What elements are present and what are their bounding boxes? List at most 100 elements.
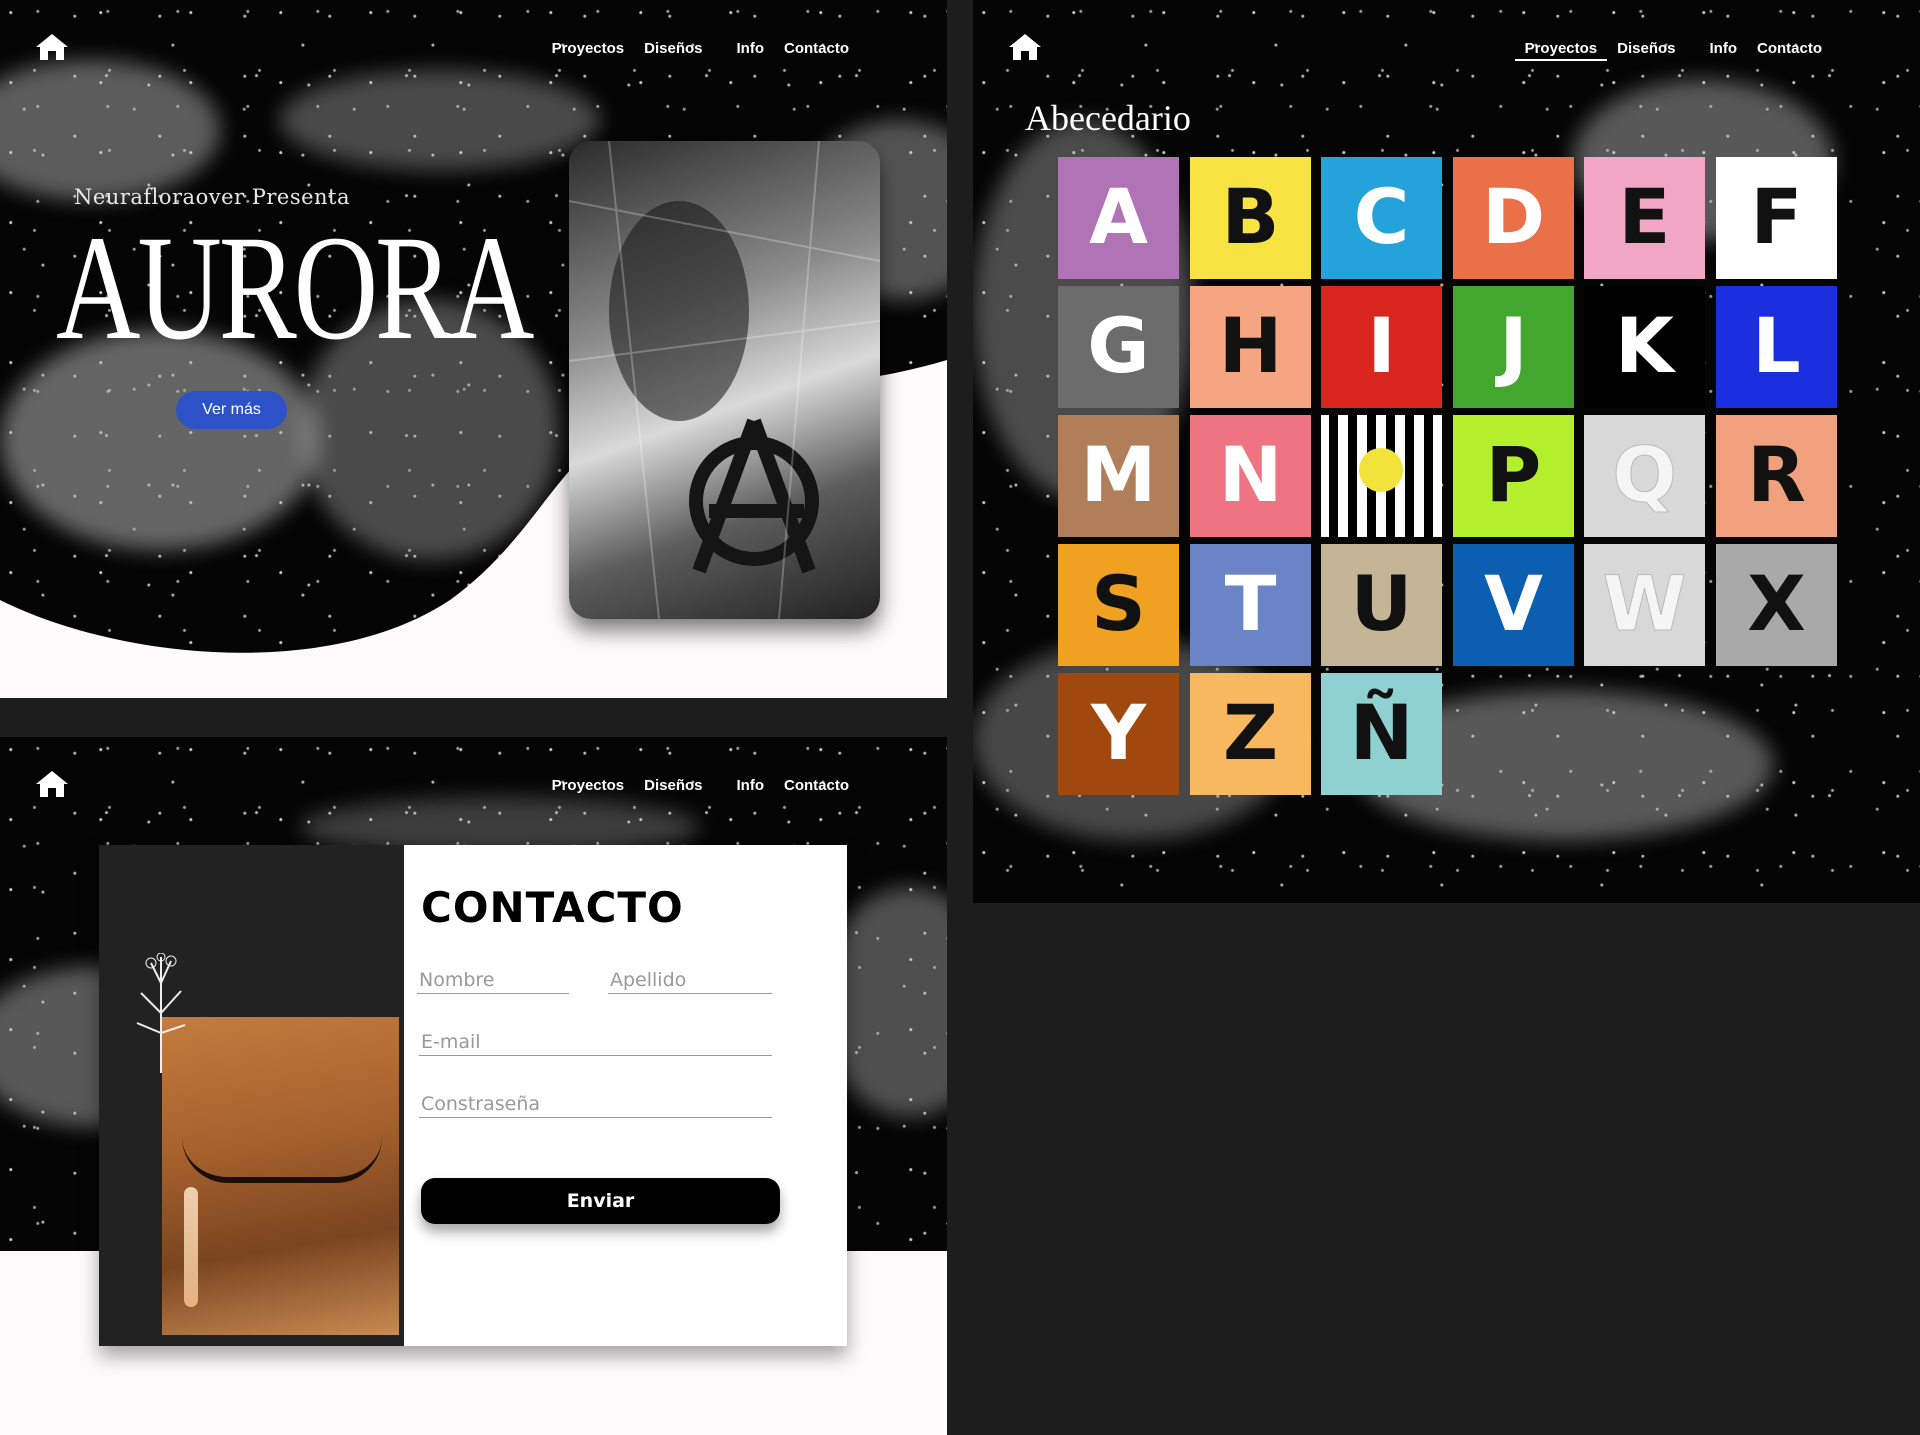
hero-title: AURORA (56, 205, 534, 371)
nav-disenos[interactable]: Diseños (634, 40, 712, 57)
ver-mas-button[interactable]: Ver más (176, 391, 287, 429)
letter-tile[interactable]: Z (1189, 673, 1311, 795)
letter-glyph-icon: T (1224, 559, 1276, 648)
nav-proyectos[interactable]: Proyectos (542, 40, 635, 57)
svg-text:B: B (1221, 172, 1279, 261)
svg-text:J: J (1494, 301, 1527, 390)
svg-text:S: S (1091, 559, 1146, 648)
letter-tile[interactable]: N (1189, 415, 1311, 537)
apellido-field[interactable] (608, 969, 772, 994)
svg-text:A: A (1089, 172, 1148, 261)
letter-glyph-icon: G (1087, 301, 1149, 390)
letter-tile[interactable]: U (1321, 544, 1442, 666)
nav-disenos[interactable]: Diseños (634, 777, 712, 794)
anarchy-symbol-icon (569, 141, 880, 619)
top-nav: Proyectos Diseños Info Contacto (0, 0, 947, 80)
crying-eye-image (162, 1017, 399, 1335)
letter-glyph-icon: N (1218, 430, 1282, 519)
nav-contacto[interactable]: Contacto (774, 40, 859, 57)
letter-tile[interactable]: H (1189, 286, 1311, 408)
nav-links: Proyectos Diseños Info Contacto (542, 777, 859, 794)
svg-text:T: T (1224, 559, 1276, 648)
nav-info[interactable]: Info (727, 40, 775, 57)
svg-text:Q: Q (1612, 430, 1677, 519)
letter-glyph-icon: U (1351, 559, 1413, 648)
letter-tile[interactable]: S (1058, 544, 1179, 666)
letter-glyph-icon: J (1494, 301, 1527, 390)
enviar-button[interactable]: Enviar (421, 1178, 780, 1224)
letter-glyph-icon: A (1089, 172, 1148, 261)
svg-text:Ñ: Ñ (1350, 688, 1414, 777)
letter-glyph-icon: B (1221, 172, 1279, 261)
home-icon[interactable] (34, 32, 70, 62)
letter-tile[interactable]: F (1715, 157, 1837, 279)
nav-contacto[interactable]: Contacto (1747, 40, 1832, 61)
letter-tile[interactable]: B (1189, 157, 1311, 279)
svg-text:R: R (1747, 430, 1806, 519)
contact-title: CONTACTO (421, 883, 684, 932)
svg-text:L: L (1752, 301, 1800, 390)
projects-panel: Proyectos Diseños Info Contacto Abecedar… (973, 0, 1920, 903)
letter-glyph-icon: I (1367, 301, 1395, 390)
top-nav: Proyectos Diseños Info Contacto (973, 0, 1920, 80)
letter-glyph-icon (1329, 415, 1433, 537)
home-icon[interactable] (34, 769, 70, 799)
letter-tile[interactable]: J (1452, 286, 1574, 408)
nav-disenos[interactable]: Diseños (1607, 40, 1685, 61)
nav-info[interactable]: Info (1700, 40, 1748, 61)
svg-text:X: X (1747, 559, 1806, 648)
nombre-field[interactable] (417, 969, 569, 994)
svg-text:F: F (1750, 172, 1802, 261)
letter-tile[interactable]: Ñ (1321, 673, 1442, 795)
password-field[interactable] (419, 1093, 772, 1118)
letter-glyph-icon: S (1091, 559, 1146, 648)
email-field[interactable] (419, 1031, 772, 1056)
nav-contacto[interactable]: Contacto (774, 777, 859, 794)
letter-tile[interactable]: A (1058, 157, 1179, 279)
svg-text:E: E (1619, 172, 1671, 261)
svg-text:V: V (1484, 559, 1543, 648)
letter-tile[interactable]: E (1584, 157, 1705, 279)
contact-card: CONTACTO Enviar (99, 845, 847, 1346)
letter-tile[interactable]: R (1715, 415, 1837, 537)
letter-tile[interactable]: Y (1058, 673, 1179, 795)
letter-tile[interactable]: I (1321, 286, 1442, 408)
letter-tile[interactable]: Q (1584, 415, 1705, 537)
svg-text:H: H (1218, 301, 1282, 390)
letter-tile[interactable]: L (1715, 286, 1837, 408)
letter-glyph-icon: R (1747, 430, 1806, 519)
letter-tile[interactable]: D (1452, 157, 1574, 279)
nav-info[interactable]: Info (727, 777, 775, 794)
letter-tile[interactable] (1321, 415, 1442, 537)
svg-text:D: D (1481, 172, 1544, 261)
letter-glyph-icon: P (1485, 430, 1541, 519)
letter-tile[interactable]: C (1321, 157, 1442, 279)
letter-tile[interactable]: P (1452, 415, 1574, 537)
letter-tile[interactable]: X (1715, 544, 1837, 666)
letter-tile[interactable]: K (1584, 286, 1705, 408)
alphabet-grid: ABCDEF GHI JKL MN PQR STUVWX YZÑ (1058, 157, 1858, 799)
svg-text:G: G (1087, 301, 1149, 390)
contact-panel: Proyectos Diseños Info Contacto CONTACTO… (0, 737, 947, 1435)
nav-proyectos[interactable]: Proyectos (1514, 40, 1608, 61)
letter-tile[interactable]: W (1584, 544, 1705, 666)
letter-tile[interactable]: M (1058, 415, 1179, 537)
letter-tile[interactable]: T (1189, 544, 1311, 666)
letter-tile[interactable]: V (1452, 544, 1574, 666)
contact-image-panel (99, 845, 404, 1346)
letter-tile[interactable]: G (1058, 286, 1179, 408)
svg-text:N: N (1218, 430, 1282, 519)
letter-glyph-icon: D (1481, 172, 1544, 261)
top-nav: Proyectos Diseños Info Contacto (0, 737, 947, 817)
svg-text:I: I (1367, 301, 1395, 390)
nav-links: Proyectos Diseños Info Contacto (1514, 40, 1832, 61)
tear-shape (184, 1187, 198, 1307)
svg-text:U: U (1351, 559, 1413, 648)
svg-text:K: K (1615, 301, 1677, 390)
letter-glyph-icon: K (1615, 301, 1677, 390)
eyelash-shape (182, 1137, 382, 1183)
letter-glyph-icon: W (1602, 559, 1687, 649)
svg-text:W: W (1603, 559, 1687, 648)
home-icon[interactable] (1007, 32, 1043, 62)
nav-proyectos[interactable]: Proyectos (542, 777, 635, 794)
